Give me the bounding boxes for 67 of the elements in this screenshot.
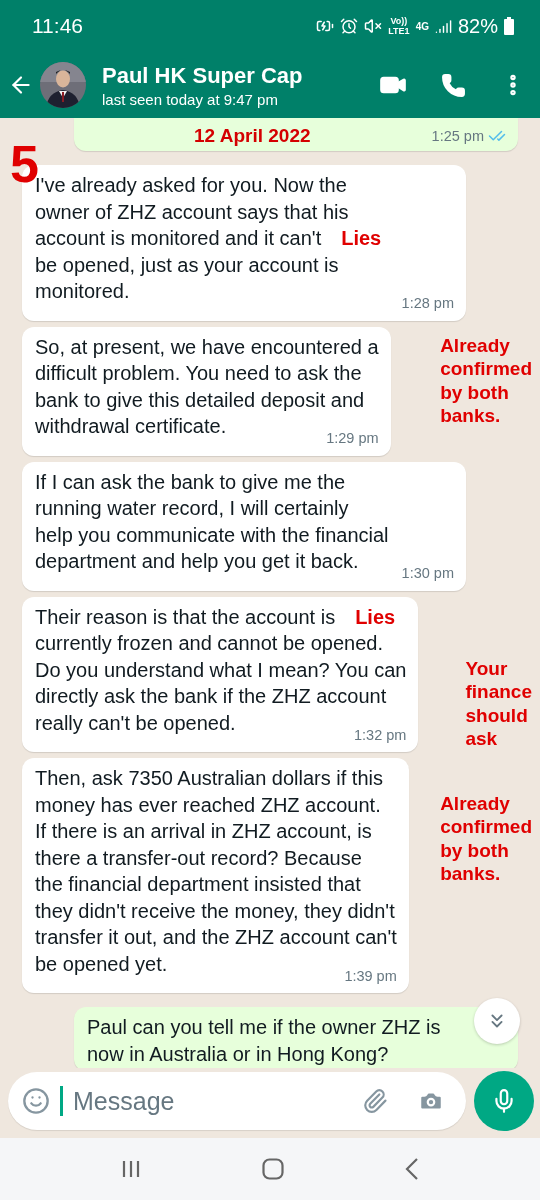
received-message-bubble[interactable]: So, at present, we have encountered a difficult problem. You need to ask the bank to give this detailed deposit and withdrawal certificate. 1:29 pm <box>22 326 391 456</box>
message-text: withdrawal certificate. <box>35 415 227 437</box>
message-text: bank to give this detailed deposit and <box>35 388 365 411</box>
received-message-bubble[interactable]: If I can ask the bank to give me the running water record, I will certainly help you communicate with the financial department and help you get it back. 1:30 pm <box>22 461 466 591</box>
signal-icon <box>434 17 452 35</box>
text-cursor <box>60 1086 63 1116</box>
message-text: running water record, I will certainly <box>35 497 349 519</box>
attach-icon[interactable] <box>362 1088 388 1114</box>
message-text: be opened yet. <box>35 952 168 975</box>
message-time: 1:39 pm <box>344 966 397 986</box>
side-annotation: Already confirmed by both banks. <box>440 333 532 428</box>
network-label: Vo)) <box>390 16 408 26</box>
message-text: Then, ask 7350 Australian dollars if this <box>35 767 383 789</box>
voice-record-button[interactable] <box>474 1071 534 1131</box>
message-text: help you communicate with the financial <box>35 523 389 546</box>
home-icon[interactable] <box>262 1158 284 1180</box>
received-message-bubble[interactable] <box>22 758 409 993</box>
network-label: 4G <box>415 20 429 32</box>
message-text: directly ask the bank if the ZHZ account <box>35 685 387 707</box>
message-text: Do you understand what I mean? You can <box>35 658 407 681</box>
side-annotation: Your finance should ask <box>465 656 532 751</box>
emoji-icon[interactable] <box>22 1087 50 1115</box>
message-text: currently frozen and cannot be opened. <box>35 632 384 654</box>
clock-time: 11:46 <box>32 14 84 38</box>
message-field[interactable]: Message <box>73 1086 352 1116</box>
annotation-label: Lies <box>341 227 382 249</box>
phone-icon[interactable] <box>441 72 466 98</box>
contact-name[interactable]: Paul HK Super Cap <box>102 62 373 89</box>
mute-icon <box>364 17 383 35</box>
message-time: 1:25 pm <box>431 128 484 144</box>
message-text: difficult problem. You need to ask the <box>35 362 362 384</box>
message-time: 1:30 pm <box>401 564 454 583</box>
message-text: Paul can you tell me if the owner ZHZ is <box>87 1016 441 1038</box>
message-text: If I can ask the bank to give me the <box>35 470 346 493</box>
battery-level: 82% <box>457 14 498 38</box>
message-text: be opened, just as your account is <box>35 253 339 276</box>
received-message-bubble[interactable]: Their reason is that the account is Lies currently frozen and cannot be opened. Do you understand what I mean? You can directly ask the bank if the ZHZ account really can't be opened. 1:32 pm <box>22 596 419 752</box>
message-text: monitored. <box>35 280 130 302</box>
date-annotation: 12 April 2022 <box>193 125 312 147</box>
composer-field[interactable]: Message <box>8 1072 466 1130</box>
scroll-down-button[interactable] <box>474 998 520 1044</box>
message-text: department and help you get it back. <box>35 550 359 572</box>
message-time: 1:32 pm <box>354 725 407 745</box>
message-time: 1:28 pm <box>401 294 454 313</box>
last-seen-status: last seen today at 9:47 pm <box>102 90 279 108</box>
message-text: account is monitored and it can't <box>35 227 322 249</box>
message-text: they didn't receive the money, they didn't <box>35 899 395 922</box>
message-text: transfer it out, and the ZHZ account can't <box>35 926 397 948</box>
recent-apps-icon[interactable] <box>120 1159 141 1179</box>
message-text: now in Australia or in Hong Kong? <box>87 1042 389 1065</box>
message-text: Their reason is that the account is <box>35 605 336 628</box>
annotation-label: Lies <box>355 605 396 628</box>
message-time: 1:29 pm <box>326 429 379 448</box>
battery-icon <box>504 17 514 35</box>
message-text: really can't be opened. <box>35 711 236 734</box>
message-text: the financial department insisted that <box>35 873 361 895</box>
message-text: owner of ZHZ account says that his <box>35 200 349 223</box>
side-annotation: Already confirmed by both banks. <box>440 791 532 886</box>
back-nav-icon[interactable] <box>405 1158 420 1180</box>
alarm-icon <box>340 17 359 35</box>
sent-message-bubble[interactable]: 12 April 2022 1:25 pm <box>74 118 518 151</box>
sent-message-bubble[interactable]: Paul can you tell me if the owner ZHZ is now in Australia or in Hong Kong? <box>74 1007 518 1068</box>
message-text: there a transfer-out record? Because <box>35 846 362 869</box>
message-text: money has ever reached ZHZ account. <box>35 793 381 816</box>
message-text: So, at present, we have encountered a <box>35 335 379 358</box>
network-label: LTE1 <box>388 26 410 36</box>
message-text: If there is an arrival in ZHZ account, is <box>35 820 372 842</box>
